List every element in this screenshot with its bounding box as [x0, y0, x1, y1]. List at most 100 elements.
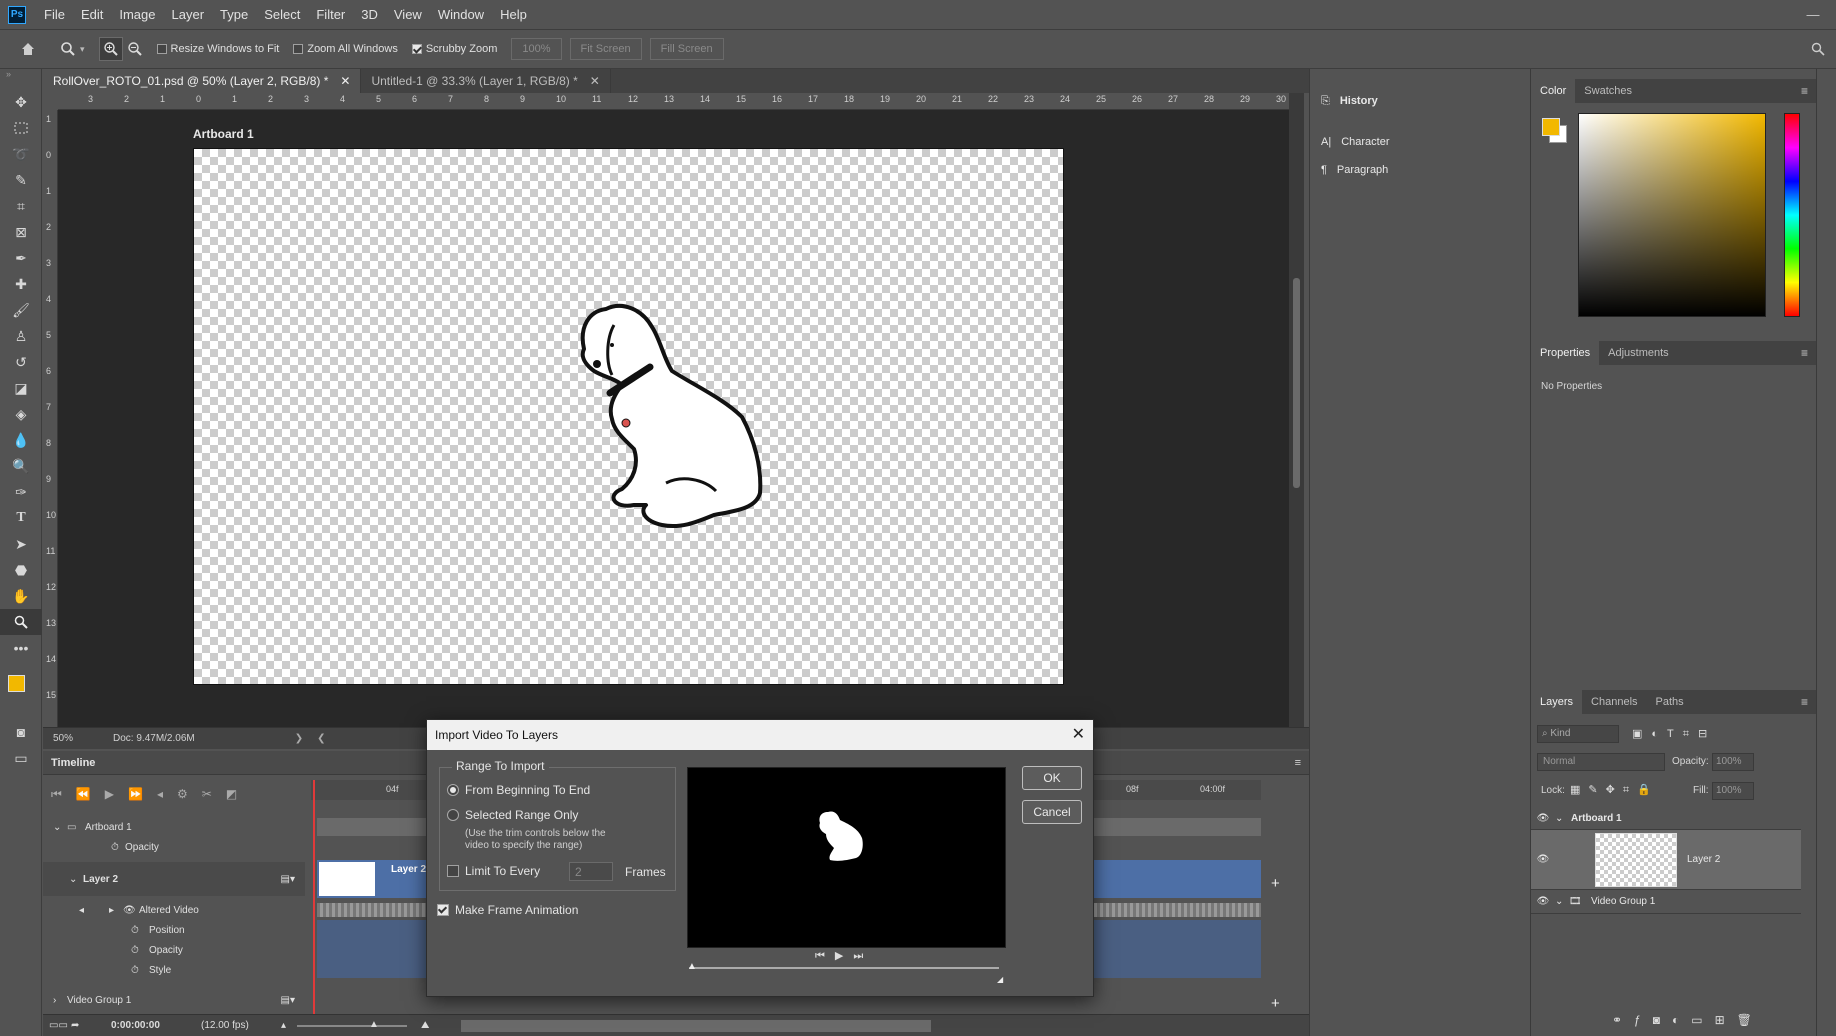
- keyframe-nav-icon[interactable]: ◂: [79, 905, 109, 916]
- zoom-in-timeline-icon[interactable]: ⛰: [421, 1020, 441, 1031]
- close-icon[interactable]: ✕: [1072, 724, 1085, 744]
- menu-window[interactable]: Window: [430, 7, 492, 22]
- paint-bucket-tool-icon[interactable]: ◈: [0, 401, 42, 427]
- move-tool-icon[interactable]: ✥: [0, 89, 42, 115]
- marquee-tool-icon[interactable]: [0, 115, 42, 141]
- timeline-row-opacity2[interactable]: ⏱ Opacity: [43, 940, 305, 960]
- timeline-row-video-group[interactable]: › Video Group 1 ▤▾: [43, 990, 305, 1010]
- timeline-row-layer2[interactable]: ⌄ Layer 2 ▤▾: [43, 862, 305, 896]
- zoom-all-windows-checkbox[interactable]: Zoom All Windows: [293, 43, 398, 55]
- pen-tool-icon[interactable]: ✑: [0, 479, 42, 505]
- menu-type[interactable]: Type: [212, 7, 256, 22]
- frame-tool-icon[interactable]: ⊠: [0, 219, 42, 245]
- timeline-title[interactable]: Timeline: [43, 757, 103, 769]
- eraser-tool-icon[interactable]: ◪: [0, 375, 42, 401]
- canvas-vertical-scrollbar[interactable]: [1289, 93, 1304, 727]
- play-icon[interactable]: ▶: [835, 950, 853, 962]
- panel-menu-icon[interactable]: ≡: [1801, 346, 1808, 360]
- previous-frame-icon[interactable]: ⏪: [76, 787, 91, 801]
- add-media-icon[interactable]: +: [1271, 875, 1280, 892]
- zoom-tool-preset-icon[interactable]: [56, 37, 80, 61]
- clone-stamp-tool-icon[interactable]: ♙: [0, 323, 42, 349]
- layer-row-layer2[interactable]: 👁 Layer 2: [1531, 830, 1801, 890]
- checkbox-box[interactable]: [411, 44, 422, 54]
- layer-filter-icons[interactable]: ▣◐T⌗⊟: [1632, 727, 1716, 741]
- radio-button[interactable]: [447, 784, 459, 796]
- screen-mode-icon[interactable]: ▭: [0, 745, 42, 771]
- tab-rollover-roto[interactable]: RollOver_ROTO_01.psd @ 50% (Layer 2, RGB…: [43, 69, 362, 93]
- foreground-color-swatch[interactable]: [8, 675, 25, 692]
- chevron-down-icon[interactable]: ⌄: [1555, 896, 1569, 907]
- chevron-down-icon[interactable]: ⌄: [1555, 813, 1571, 824]
- history-panel-button[interactable]: ⎘ History: [1309, 88, 1529, 114]
- timeline-scrollbar[interactable]: [461, 1019, 931, 1032]
- panel-menu-icon[interactable]: ≡: [1801, 84, 1808, 98]
- ok-button[interactable]: OK: [1022, 766, 1082, 790]
- chevron-right-icon[interactable]: ▸: [109, 905, 123, 916]
- close-icon[interactable]: ✕: [590, 74, 600, 88]
- chevron-left-icon[interactable]: ❮: [317, 733, 325, 744]
- next-frame-icon[interactable]: ⏩: [128, 787, 143, 801]
- checkbox-box[interactable]: [447, 865, 459, 877]
- checkbox-box[interactable]: [437, 904, 449, 916]
- menu-edit[interactable]: Edit: [73, 7, 111, 22]
- add-media-icon[interactable]: +: [1271, 995, 1280, 1012]
- trim-slider[interactable]: [689, 967, 999, 969]
- layer-name[interactable]: Artboard 1: [1571, 813, 1622, 824]
- history-brush-tool-icon[interactable]: ↺: [0, 349, 42, 375]
- stopwatch-icon[interactable]: ⏱: [131, 945, 149, 956]
- eye-icon[interactable]: 👁: [1531, 813, 1555, 824]
- zoom-percent-field[interactable]: 100%: [511, 38, 562, 60]
- artboard-canvas[interactable]: [193, 148, 1064, 685]
- first-frame-icon[interactable]: ⏮: [51, 787, 62, 802]
- resize-windows-checkbox[interactable]: Resize Windows to Fit: [156, 43, 279, 55]
- step-back-icon[interactable]: ⏮: [815, 950, 835, 962]
- menu-3d[interactable]: 3D: [353, 7, 386, 22]
- audio-icon[interactable]: ◂: [157, 787, 163, 801]
- chevron-right-icon[interactable]: ›: [53, 995, 67, 1006]
- stopwatch-icon[interactable]: ⏱: [111, 842, 125, 853]
- timeline-row-opacity[interactable]: ⏱ Opacity: [43, 837, 305, 857]
- blend-mode-select[interactable]: Normal: [1537, 753, 1665, 771]
- artboard-label[interactable]: Artboard 1: [193, 127, 254, 141]
- tab-layers[interactable]: Layers: [1531, 690, 1583, 714]
- stopwatch-icon[interactable]: ⏱: [131, 925, 149, 936]
- layer-row-artboard[interactable]: 👁 ⌄ Artboard 1: [1531, 808, 1801, 830]
- scrubby-zoom-checkbox[interactable]: Scrubby Zoom: [411, 43, 497, 55]
- settings-gear-icon[interactable]: ⚙: [177, 787, 188, 801]
- layer-name[interactable]: Video Group 1: [1591, 896, 1655, 907]
- fit-screen-button[interactable]: Fit Screen: [569, 38, 642, 60]
- zoom-level[interactable]: 50%: [43, 733, 83, 744]
- brush-tool-icon[interactable]: 🖌: [0, 297, 42, 323]
- film-menu-icon[interactable]: ▤▾: [281, 995, 295, 1006]
- home-icon[interactable]: [16, 37, 40, 61]
- film-menu-icon[interactable]: ▤▾: [281, 874, 295, 885]
- menu-filter[interactable]: Filter: [308, 7, 353, 22]
- close-icon[interactable]: ✕: [340, 74, 350, 88]
- scroll-thumb[interactable]: [1293, 278, 1300, 488]
- type-tool-icon[interactable]: T: [0, 505, 42, 531]
- checkbox-box[interactable]: [156, 44, 167, 54]
- eyedropper-tool-icon[interactable]: ✒: [0, 245, 42, 271]
- chevron-down-icon[interactable]: ⌄: [69, 874, 83, 885]
- step-forward-icon[interactable]: ⏭: [853, 950, 873, 962]
- hand-tool-icon[interactable]: ✋: [0, 583, 42, 609]
- paragraph-panel-button[interactable]: ¶ Paragraph: [1309, 157, 1529, 183]
- lock-icons[interactable]: ▦✎✥⌗🔒: [1570, 783, 1659, 797]
- foreground-color-swatch[interactable]: [1542, 118, 1560, 136]
- menu-help[interactable]: Help: [492, 7, 535, 22]
- zoom-tool-icon[interactable]: [0, 609, 42, 635]
- slider-handle[interactable]: ▲: [369, 1019, 379, 1030]
- tab-paths[interactable]: Paths: [1647, 690, 1693, 714]
- cancel-button[interactable]: Cancel: [1022, 800, 1082, 824]
- frames-input[interactable]: 2: [569, 862, 613, 881]
- layer-filter-kind[interactable]: ⌕ Kind: [1537, 725, 1619, 743]
- tab-color[interactable]: Color: [1531, 79, 1576, 103]
- crop-tool-icon[interactable]: ⌗: [0, 193, 42, 219]
- timeline-row-altered-video[interactable]: ◂ ▸ 👁 Altered Video: [43, 900, 305, 920]
- panel-menu-icon[interactable]: ≡: [1801, 695, 1808, 709]
- trim-start-handle[interactable]: ▲: [687, 961, 697, 972]
- play-icon[interactable]: ▶: [105, 787, 114, 801]
- split-scissors-icon[interactable]: ✂: [202, 787, 212, 801]
- radio-from-beginning[interactable]: From Beginning To End: [447, 783, 590, 797]
